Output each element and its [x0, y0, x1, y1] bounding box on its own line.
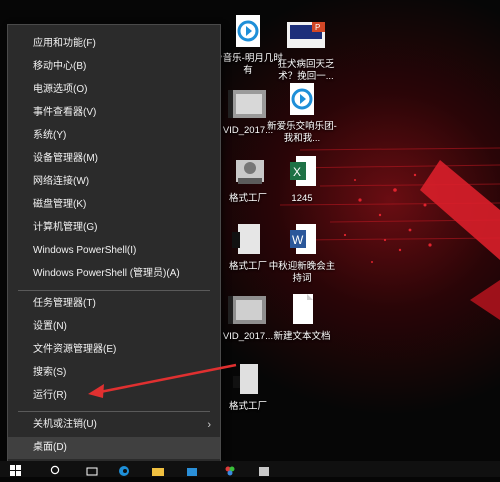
svg-text:X: X: [293, 165, 301, 179]
menu-item-disk-management[interactable]: 磁盘管理(K): [8, 194, 220, 216]
menu-separator: [18, 411, 210, 412]
desktop-icon-word[interactable]: W 中秋迎新晚会主持词: [266, 222, 338, 285]
desktop-icon-excel[interactable]: X 1245: [266, 154, 338, 205]
menu-item-desktop[interactable]: 桌面(D): [8, 437, 220, 459]
word-file-icon: W: [282, 222, 322, 258]
task-view-icon[interactable]: [86, 464, 98, 476]
menu-item-powershell-admin[interactable]: Windows PowerShell (管理员)(A): [8, 263, 220, 285]
menu-item-label: 关机或注销(U): [33, 419, 97, 430]
menu-item-powershell[interactable]: Windows PowerShell(I): [8, 240, 220, 262]
video-file-icon: [228, 86, 268, 122]
desktop-icon-label: 新爱乐交响乐团-我和我...: [267, 121, 337, 144]
winx-context-menu: 应用和功能(F) 移动中心(B) 电源选项(O) 事件查看器(V) 系统(Y) …: [7, 24, 221, 465]
desktop-icon-format-factory-3[interactable]: 格式工厂: [212, 362, 284, 413]
app-icon: [228, 154, 268, 190]
svg-text:P: P: [315, 23, 320, 32]
menu-separator: [18, 290, 210, 291]
media-file-icon: [282, 82, 322, 118]
menu-item-computer-management[interactable]: 计算机管理(G): [8, 217, 220, 239]
app-icon: [228, 222, 268, 258]
video-file-icon: [228, 292, 268, 328]
text-file-icon: [282, 292, 322, 328]
menu-item-mobility-center[interactable]: 移动中心(B): [8, 56, 220, 78]
menu-item-task-manager[interactable]: 任务管理器(T): [8, 293, 220, 315]
menu-item-search[interactable]: 搜索(S): [8, 362, 220, 384]
menu-item-apps-features[interactable]: 应用和功能(F): [8, 33, 220, 55]
file-explorer-icon[interactable]: [152, 464, 164, 476]
desktop-icon-label: 中秋迎新晚会主持词: [268, 261, 336, 284]
search-icon[interactable]: [50, 464, 62, 476]
menu-item-device-manager[interactable]: 设备管理器(M): [8, 148, 220, 170]
edge-browser-icon[interactable]: [118, 464, 130, 476]
desktop-icon-label: 狂犬病回天乏术？挽回一...: [277, 59, 335, 82]
taskbar: [0, 461, 500, 477]
app-icon[interactable]: [224, 464, 236, 476]
app-icon[interactable]: [258, 464, 270, 476]
desktop-icon-music-2[interactable]: 新爱乐交响乐团-我和我...: [266, 82, 338, 145]
desktop-icon-label: 1245: [291, 193, 313, 204]
svg-text:W: W: [292, 233, 304, 247]
menu-item-event-viewer[interactable]: 事件查看器(V): [8, 102, 220, 124]
desktop-icon-label: 格式工厂: [228, 401, 267, 412]
desktop-icon-label: 新建文本文档: [273, 331, 331, 342]
menu-item-shutdown-signout[interactable]: 关机或注销(U) ›: [8, 414, 220, 436]
menu-item-file-explorer[interactable]: 文件资源管理器(E): [8, 339, 220, 361]
excel-file-icon: X: [282, 154, 322, 190]
store-icon[interactable]: [186, 464, 198, 476]
media-file-icon: [228, 14, 268, 50]
desktop-icon-ppt[interactable]: P 狂犬病回天乏术？挽回一...: [270, 20, 342, 83]
menu-item-settings[interactable]: 设置(N): [8, 316, 220, 338]
ppt-file-icon: P: [286, 20, 326, 56]
menu-item-network-connections[interactable]: 网络连接(W): [8, 171, 220, 193]
menu-item-run[interactable]: 运行(R): [8, 385, 220, 407]
menu-item-power-options[interactable]: 电源选项(O): [8, 79, 220, 101]
menu-item-system[interactable]: 系统(Y): [8, 125, 220, 147]
app-icon: [228, 362, 268, 398]
chevron-right-icon: ›: [207, 419, 211, 431]
windows-start-icon[interactable]: [10, 464, 22, 476]
desktop-icon-text[interactable]: 新建文本文档: [266, 292, 338, 343]
